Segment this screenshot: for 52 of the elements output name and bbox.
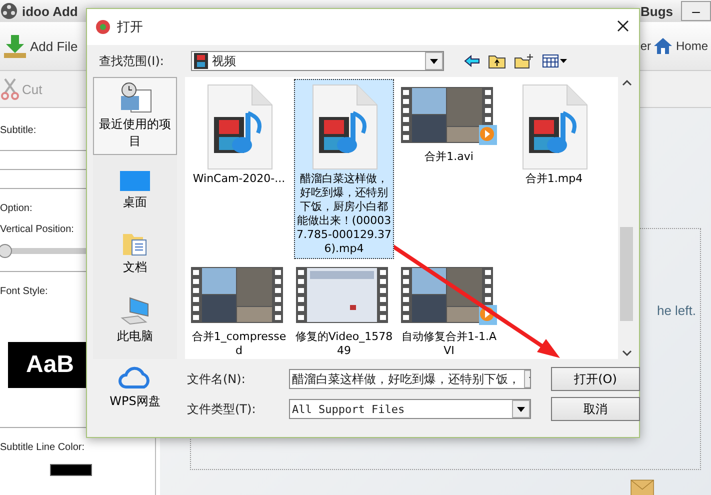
download-icon xyxy=(3,33,27,59)
cloud-icon xyxy=(118,365,152,391)
file-name-field[interactable]: 醋溜白菜这样做，好吃到爆，还特别下饭， xyxy=(289,369,531,389)
desktop-icon xyxy=(119,170,151,192)
caret-icon xyxy=(517,406,525,412)
option-label: Option: xyxy=(0,202,32,216)
font-style-label: Font Style: xyxy=(0,285,48,299)
toolbar-button[interactable]: er xyxy=(639,39,652,53)
vertical-position-label: Vertical Position: xyxy=(0,223,74,237)
scissors-icon xyxy=(1,78,19,100)
file-type-label: 文件类型(T): xyxy=(187,400,257,418)
back-arrow-icon[interactable] xyxy=(464,55,480,67)
home-button[interactable]: Home xyxy=(652,37,709,55)
close-icon xyxy=(617,20,629,32)
minimize-button[interactable]: – xyxy=(681,1,711,21)
file-item[interactable]: 合并1_compressed xyxy=(189,259,289,359)
subtitle-label: Subtitle: xyxy=(0,124,36,138)
folder-up-icon[interactable] xyxy=(488,53,506,69)
dialog-title: 打开 xyxy=(117,19,143,36)
color-swatch[interactable] xyxy=(50,464,92,476)
font-preview: AaB xyxy=(8,342,86,388)
video-folder-icon xyxy=(194,53,208,69)
file-item[interactable]: 醋溜白菜这样做，好吃到爆，还特别下饭，厨房小白都能做出来！(000037.785-000129.376).mp4 xyxy=(294,79,394,259)
caret-icon xyxy=(430,58,438,64)
report-link[interactable]: Bugs xyxy=(640,4,673,18)
film-reel-icon xyxy=(0,2,18,20)
file-type-dropdown[interactable]: All Support Files xyxy=(289,399,531,419)
places-item[interactable]: WPS网盘 xyxy=(93,360,177,415)
file-item[interactable]: 合并1.mp4 xyxy=(504,79,604,189)
file-item[interactable]: 修复的Video_157849 xyxy=(294,259,394,359)
home-icon xyxy=(652,37,673,55)
file-item[interactable]: 自动修复合并1-1.AVI xyxy=(399,259,499,359)
file-item[interactable]: WinCam-2020-... xyxy=(189,79,289,189)
places-item[interactable]: 文档 xyxy=(93,226,177,281)
folder-icon xyxy=(122,231,148,257)
dialog-app-icon xyxy=(95,19,111,35)
file-name-label: 文件名(N): xyxy=(187,370,246,388)
places-item[interactable]: 此电脑 xyxy=(93,291,177,350)
places-item[interactable]: 桌面 xyxy=(93,165,177,216)
add-file-button[interactable]: Add File xyxy=(2,33,79,59)
window-title: idoo Add xyxy=(22,4,78,18)
hint-text: he left. xyxy=(656,303,696,318)
file-item[interactable]: 合并1.avi xyxy=(399,79,499,167)
look-in-label: 查找范围(I): xyxy=(99,52,165,70)
slider-thumb[interactable] xyxy=(0,244,12,258)
look-in-dropdown[interactable]: 视频 xyxy=(191,51,444,71)
view-menu-icon[interactable] xyxy=(542,54,568,68)
new-folder-icon[interactable] xyxy=(514,53,534,69)
open-button[interactable]: 打开(O) xyxy=(551,367,640,391)
cancel-button[interactable]: 取消 xyxy=(551,397,640,421)
places-item[interactable]: 最近使用的项目 xyxy=(93,77,177,155)
line-color-label: Subtitle Line Color: xyxy=(0,441,84,455)
